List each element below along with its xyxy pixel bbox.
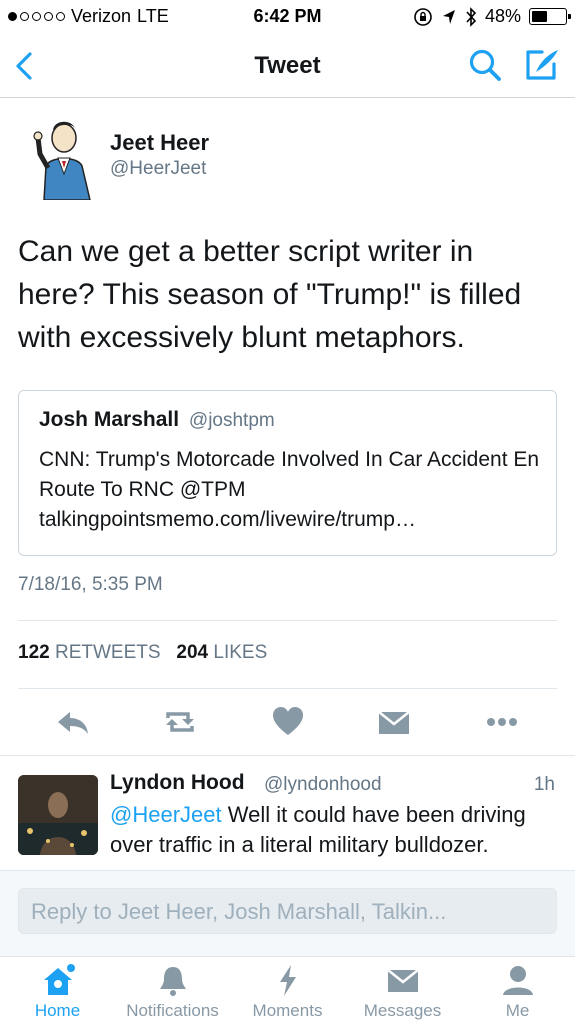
quoted-author-name: Josh Marshall xyxy=(39,408,180,431)
tweet-timestamp: 7/18/16, 5:35 PM xyxy=(18,574,163,595)
quoted-tweet-text: CNN: Trump's Motorcade Involved In Car A… xyxy=(39,448,540,531)
divider xyxy=(18,688,557,689)
retweet-icon[interactable] xyxy=(160,704,200,740)
quoted-tweet-card[interactable]: Josh Marshall @joshtpm CNN: Trump's Moto… xyxy=(18,390,557,556)
person-icon xyxy=(502,966,533,995)
tab-notifications[interactable]: Notifications xyxy=(115,957,230,1024)
tweet-text: Can we get a better script writer in her… xyxy=(18,235,522,354)
bluetooth-icon xyxy=(466,6,477,27)
tab-messages-label: Messages xyxy=(363,1001,442,1020)
tab-bar: Home Notifications Moments Messages Me xyxy=(0,956,575,1024)
reply-mention-link[interactable]: @HeerJeet xyxy=(110,802,222,827)
reply-author-handle[interactable]: @lyndonhood xyxy=(264,774,382,796)
location-icon xyxy=(442,9,455,24)
reply-input[interactable]: Reply to Jeet Heer, Josh Marshall, Talki… xyxy=(18,888,557,934)
search-icon[interactable] xyxy=(466,46,504,84)
battery-percent: 48% xyxy=(484,6,521,26)
quoted-author-handle: @joshtpm xyxy=(188,410,275,431)
tab-notifications-label: Notifications xyxy=(126,1001,219,1020)
reply-avatar[interactable] xyxy=(18,775,98,855)
reply-icon[interactable] xyxy=(54,704,94,740)
like-label[interactable]: LIKES xyxy=(213,642,267,663)
reply-avatar-photo xyxy=(18,775,98,855)
author-avatar[interactable] xyxy=(20,116,94,200)
like-count[interactable]: 204 xyxy=(176,642,208,663)
tab-home-label: Home xyxy=(34,1001,81,1020)
more-icon[interactable] xyxy=(482,704,522,740)
reply-time: 1h xyxy=(533,774,555,795)
retweet-count[interactable]: 122 xyxy=(18,642,50,663)
battery-icon xyxy=(529,8,571,25)
retweet-label[interactable]: RETWEETS xyxy=(55,642,161,663)
author-name[interactable]: Jeet Heer xyxy=(110,130,209,156)
tab-me-label: Me xyxy=(505,1001,530,1020)
bell-icon xyxy=(159,967,186,996)
tab-moments[interactable]: Moments xyxy=(230,957,345,1024)
home-icon xyxy=(43,964,75,995)
status-bar: Verizon LTE 6:42 PM 48% xyxy=(0,0,575,34)
compose-icon[interactable] xyxy=(522,46,562,84)
nav-bar: Tweet xyxy=(0,34,575,98)
reply-text: @HeerJeet Well it could have been drivin… xyxy=(110,800,550,870)
quoted-tweet-header: Josh Marshall @joshtpm xyxy=(39,408,275,432)
lightning-icon xyxy=(279,965,296,996)
divider xyxy=(18,620,557,621)
heart-icon[interactable] xyxy=(268,704,308,740)
tab-home[interactable]: Home xyxy=(0,957,115,1024)
direct-message-icon[interactable] xyxy=(374,704,414,740)
reply-author-name[interactable]: Lyndon Hood xyxy=(110,771,245,795)
orientation-lock-icon xyxy=(414,7,432,26)
tab-messages[interactable]: Messages xyxy=(345,957,460,1024)
tab-moments-label: Moments xyxy=(252,1001,323,1020)
battery-fill xyxy=(532,11,547,22)
author-handle[interactable]: @HeerJeet xyxy=(110,158,206,180)
tab-me[interactable]: Me xyxy=(460,957,575,1024)
envelope-icon xyxy=(386,969,419,992)
divider xyxy=(0,755,575,756)
tweet-stats: 122 RETWEETS 204 LIKES xyxy=(18,642,267,664)
status-right: 48% xyxy=(413,6,571,27)
